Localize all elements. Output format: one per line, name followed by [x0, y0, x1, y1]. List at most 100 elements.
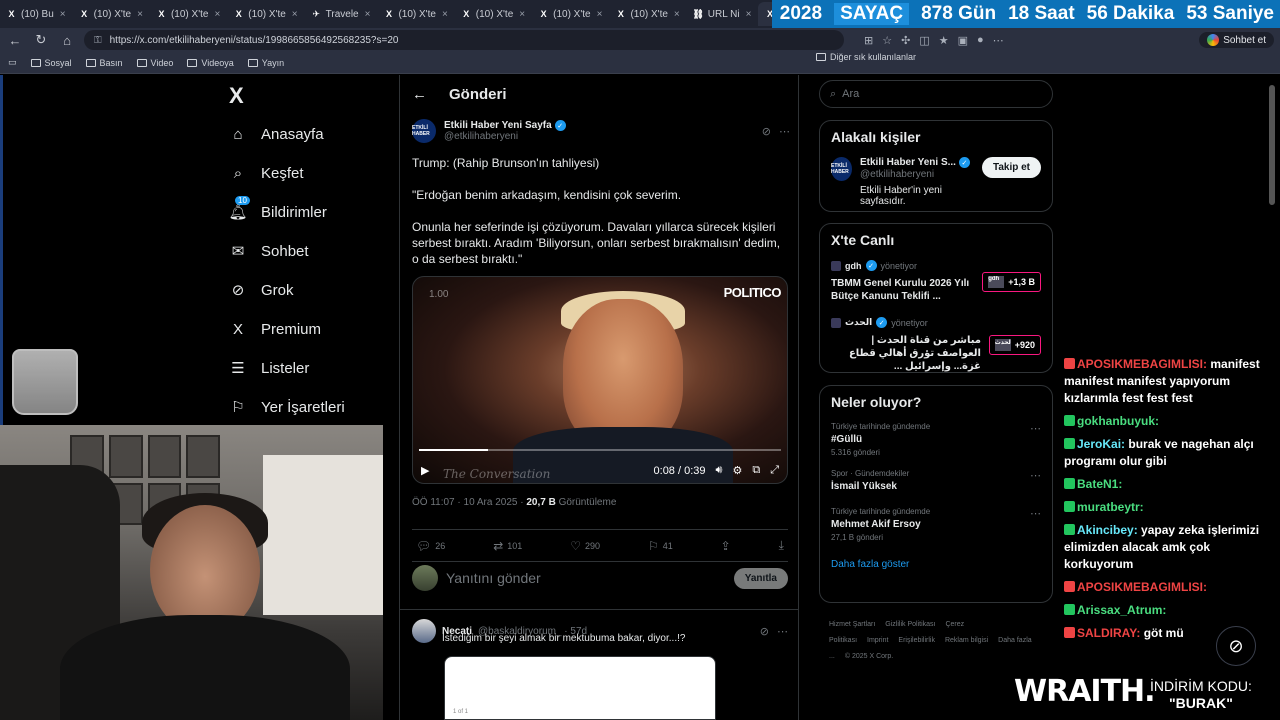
copilot-chat-button[interactable]: Sohbet et	[1199, 32, 1274, 48]
chat-username[interactable]: APOSIKMEBAGIMLISI:	[1077, 580, 1207, 594]
more-options-icon[interactable]: ⋯	[777, 625, 788, 638]
author-name[interactable]: Etkili Haber Yeni Sayfa	[444, 120, 552, 131]
grok-explain-icon[interactable]: ⊘	[760, 625, 769, 638]
trend-item[interactable]: Türkiye tarihinde gündemde Mehmet Akif Er…	[831, 507, 1041, 542]
close-tab-icon[interactable]: ×	[597, 9, 603, 20]
browser-tab[interactable]: X (10) X'te ×	[377, 2, 453, 26]
video-player[interactable]: 1.00 POLITICO The Conversation ▶ 0:08 / …	[412, 276, 788, 484]
footer-link[interactable]: Reklam bilgisi	[945, 637, 988, 644]
footer-link[interactable]: Gizlilik Politikası	[885, 621, 935, 628]
page-scrollbar[interactable]	[1269, 85, 1275, 205]
related-person[interactable]: ETKİLİ HABER Etkili Haber Yeni S... ✓ @et…	[831, 157, 1041, 207]
reply-post[interactable]: Necati @baskaldiryorum_ · 57d ⊘ ⋯ İstedi…	[412, 619, 788, 644]
show-more-link[interactable]: Daha fazla göster	[831, 559, 909, 570]
bookmark-folder[interactable]: Videoya	[187, 58, 234, 68]
nav-item-listeler[interactable]: ☰ Listeler	[229, 359, 309, 378]
puzzle-icon[interactable]: ✣	[901, 34, 910, 47]
chat-username[interactable]: BateN1:	[1077, 477, 1122, 491]
favorites-icon[interactable]: ★	[939, 34, 949, 47]
nav-item-premium[interactable]: X Premium	[229, 320, 321, 338]
footer-link[interactable]: Imprint	[867, 637, 888, 644]
bookmark-action[interactable]: ⚐ 41	[648, 538, 673, 553]
author-avatar[interactable]: ETKİLİ HABER	[412, 119, 436, 143]
grid-icon[interactable]: ⊞	[864, 34, 873, 47]
url-field[interactable]: ⚿ https://x.com/etkilihaberyeni/status/1…	[84, 30, 844, 50]
chat-username[interactable]: SALDIRAY:	[1077, 626, 1140, 640]
live-listener-pill[interactable]: gdh +1,3 B	[982, 271, 1041, 292]
nav-item-bildirimler[interactable]: 🔔︎ 10 Bildirimler	[228, 196, 327, 221]
browser-tab[interactable]: X (10) X'te ×	[227, 2, 303, 26]
apps-icon[interactable]: ▭	[8, 57, 17, 68]
live-broadcast[interactable]: الحدث ✓ yönetiyor مباشر من قناة الحدث | الع…	[831, 317, 1041, 373]
live-listener-pill[interactable]: الحدث+920	[988, 335, 1041, 355]
close-tab-icon[interactable]: ×	[137, 9, 143, 20]
close-tab-icon[interactable]: ×	[292, 9, 298, 20]
browser-tab[interactable]: X (10) X'te ×	[73, 2, 149, 26]
related-name[interactable]: Etkili Haber Yeni S...	[860, 157, 956, 168]
x-logo-icon[interactable]: X	[229, 83, 244, 109]
close-tab-icon[interactable]: ×	[60, 9, 66, 20]
nav-item-sohbet[interactable]: ✉ Sohbet	[229, 242, 309, 261]
more-options-icon[interactable]: ⋯	[1030, 469, 1041, 495]
browser-tab[interactable]: ⛓ URL Ni ×	[687, 2, 758, 26]
like-action[interactable]: ♡ 290	[570, 538, 600, 553]
chat-username[interactable]: Akincibey:	[1077, 523, 1138, 537]
split-screen-icon[interactable]: ◫	[919, 34, 929, 47]
footer-link[interactable]: Hizmet Şartları	[829, 621, 875, 628]
repost-action[interactable]: ⇄ 101	[493, 538, 522, 553]
footer-link[interactable]: © 2025 X Corp.	[845, 653, 893, 660]
chat-username[interactable]: Arissax_Atrum:	[1077, 603, 1166, 617]
chat-username[interactable]: gokhanbuyuk:	[1077, 414, 1159, 428]
grok-explain-icon[interactable]: ⊘	[762, 125, 771, 138]
browser-tab[interactable]: X (10) X'te ×	[532, 2, 608, 26]
browser-tab[interactable]: X (10) X'te ×	[455, 2, 531, 26]
menu-icon[interactable]: ⋯	[993, 34, 1004, 47]
nav-item-anasayfa[interactable]: ⌂ Anasayfa	[229, 125, 323, 143]
reply-action[interactable]: 💬︎ 26	[416, 538, 445, 553]
bookmark-folder[interactable]: Basın	[85, 58, 123, 68]
more-options-icon[interactable]: ⋯	[1030, 507, 1041, 542]
chat-username[interactable]: muratbeytr:	[1077, 500, 1144, 514]
video-progress-bar[interactable]	[419, 449, 781, 451]
close-tab-icon[interactable]: ×	[214, 9, 220, 20]
bookmark-folder[interactable]: Video	[136, 58, 173, 68]
nav-item-grok[interactable]: ⊘ Grok	[229, 281, 294, 300]
collections-icon[interactable]: ▣	[958, 34, 968, 47]
nav-item-keşfet[interactable]: ⌕ Keşfet	[229, 164, 304, 182]
browser-tab[interactable]: X (10) Bu ×	[0, 2, 72, 26]
related-handle[interactable]: @etkilihaberyeni	[860, 169, 974, 180]
refresh-icon[interactable]: ↻	[32, 32, 50, 48]
author-handle[interactable]: @etkilihaberyeni	[444, 131, 566, 142]
browser-tab[interactable]: ✈ Travele ×	[305, 2, 377, 26]
reply-image-preview[interactable]: 1 of 1	[444, 656, 716, 720]
site-info-icon[interactable]: ⚿	[94, 35, 102, 46]
related-avatar[interactable]: ETKİLİ HABER	[831, 157, 852, 181]
chat-username[interactable]: APOSIKMEBAGIMLISI:	[1077, 357, 1207, 371]
close-tab-icon[interactable]: ×	[746, 9, 752, 20]
play-icon[interactable]: ▶	[421, 464, 429, 477]
other-bookmarks[interactable]: Diğer sık kullanılanlar	[816, 52, 1050, 62]
search-input[interactable]: ⌕ Ara	[819, 80, 1053, 108]
home-page-icon[interactable]: ⌂	[58, 33, 76, 48]
close-tab-icon[interactable]: ×	[365, 9, 371, 20]
close-tab-icon[interactable]: ×	[442, 9, 448, 20]
grok-floating-button[interactable]: ⊘	[1216, 626, 1256, 666]
trend-item[interactable]: Türkiye tarihinde gündemde #Güllü 5.316 gö…	[831, 422, 1041, 457]
reply-avatar[interactable]	[412, 619, 436, 643]
pip-icon[interactable]: ⧉	[752, 464, 760, 477]
close-tab-icon[interactable]: ×	[519, 9, 525, 20]
settings-icon[interactable]: ⚙	[732, 464, 742, 477]
browser-tab[interactable]: X (10) X'te ×	[150, 2, 226, 26]
share-action[interactable]: ⇪	[721, 538, 731, 553]
more-options-icon[interactable]: ⋯	[779, 125, 790, 138]
post-timestamp[interactable]: ÖÖ 11:07 · 10 Ara 2025 ·	[412, 497, 526, 508]
reply-button[interactable]: Yanıtla	[733, 567, 788, 589]
footer-link[interactable]: Erişilebilirlik	[898, 637, 935, 644]
reply-input[interactable]: Yanıtını gönder	[446, 570, 541, 586]
trend-item[interactable]: Spor · Gündemdekiler İsmail Yüksek ⋯	[831, 469, 1041, 495]
chat-username[interactable]: JeroKai:	[1077, 437, 1125, 451]
more-options-icon[interactable]: ⋯	[1030, 422, 1041, 457]
star-icon[interactable]: ☆	[882, 34, 892, 47]
follow-button[interactable]: Takip et	[981, 157, 1041, 178]
browser-tab[interactable]: X (10) X'te ×	[609, 2, 685, 26]
